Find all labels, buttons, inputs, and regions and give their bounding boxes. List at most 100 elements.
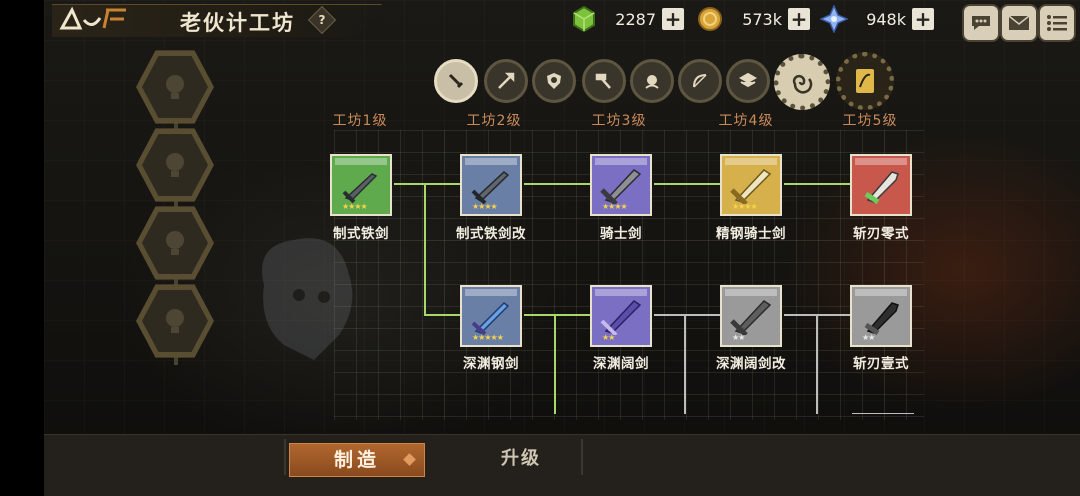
top-bar: 老伙计工坊 ? 2287 + 573k + 948k + [44, 0, 1080, 42]
level-label-3: 工坊3级 [591, 113, 647, 129]
sword-icon [342, 173, 378, 204]
lightbulb-icon [166, 75, 184, 99]
weapon-card-zhishi-tiejian[interactable]: ★★★★ [330, 154, 392, 216]
tree-line-locked [654, 314, 720, 316]
question-icon: ? [318, 13, 326, 27]
green-gem-icon [573, 5, 595, 33]
add-blue-crystal-button[interactable]: + [912, 8, 934, 30]
weapon-name: 斩刃壹式 [853, 356, 909, 372]
rarity-stars: ★★★★ [472, 202, 498, 211]
shield-icon [547, 73, 561, 89]
tree-line [424, 314, 460, 316]
bottom-tab-bar: 制造 升级 [44, 434, 1080, 496]
blue-crystal-amount: 948k [866, 9, 906, 29]
weapon-name: 深渊阔剑改 [716, 356, 786, 372]
category-shield[interactable] [532, 59, 576, 103]
tab-diamond-icon [403, 453, 416, 466]
chat-icon [972, 16, 990, 30]
category-swirl[interactable] [774, 54, 830, 110]
level-label-4: 工坊4级 [718, 113, 774, 129]
weapon-name: 深渊阔剑 [593, 356, 649, 372]
bow-icon [693, 74, 707, 88]
orb-icon [645, 75, 659, 89]
currency-green-gem: 2287 + [570, 5, 684, 33]
blue-crystal-icon [820, 5, 848, 33]
weapon-name: 制式铁剑 [333, 226, 389, 242]
tree-line [424, 183, 426, 315]
sword-icon [471, 171, 510, 204]
tree-line-locked [816, 314, 818, 414]
tree-line-locked [852, 413, 914, 414]
category-hammer[interactable] [582, 59, 626, 103]
level-label-1: 工坊1级 [332, 113, 388, 129]
sword-icon [600, 300, 642, 335]
weapon-card-zhanren-lingshi[interactable] [850, 154, 912, 216]
weapon-card-zhishi-tiejian-gai[interactable]: ★★★★ [460, 154, 522, 216]
sword-icon [730, 169, 772, 204]
menu-list-icon [1047, 15, 1067, 31]
tab-make-label: 制造 [333, 449, 380, 471]
category-scroll[interactable] [726, 59, 770, 103]
tree-line [524, 183, 590, 185]
workshop-screen: 老伙计工坊 ? 2287 + 573k + 948k + 工坊1级 工坊2级 工… [44, 0, 1080, 496]
green-gem-amount: 2287 [615, 9, 656, 29]
menu-button[interactable] [1038, 4, 1076, 42]
tree-line [524, 314, 590, 316]
add-green-gem-button[interactable]: + [662, 8, 684, 30]
card-icon [856, 69, 874, 93]
tree-line [654, 183, 720, 185]
tree-line [394, 183, 460, 185]
weapon-card-jinggang-qishi-jian[interactable]: ★★★★ [720, 154, 782, 216]
category-bow[interactable] [678, 59, 722, 103]
lightbulb-icon [166, 153, 184, 177]
sword-icon [730, 300, 772, 335]
game-logo-icon [59, 6, 126, 30]
spear-icon [498, 72, 515, 89]
tree-line [784, 183, 850, 185]
weapon-name: 斩刃零式 [853, 226, 909, 242]
rarity-stars: ★★ [862, 333, 875, 342]
mail-icon [1008, 15, 1030, 30]
weapon-card-shenyuan-gangjian[interactable]: ★★★★★ [460, 285, 522, 347]
category-card[interactable] [836, 52, 894, 110]
divider [284, 439, 286, 475]
lightbulb-icon [166, 231, 184, 255]
weapon-card-shenyuan-kuojian-gai[interactable]: ★★ [720, 285, 782, 347]
sword-icon [600, 169, 642, 204]
divider [581, 439, 583, 475]
scroll-icon [738, 72, 758, 88]
weapon-card-shenyuan-kuojian[interactable]: ★★ [590, 285, 652, 347]
tree-line-locked [684, 314, 686, 414]
level-label-2: 工坊2级 [466, 113, 522, 129]
weapon-card-zhanren-yishi[interactable]: ★★ [850, 285, 912, 347]
level-label-5: 工坊5级 [842, 113, 898, 129]
lightbulb-icon [166, 309, 184, 333]
page-title: 老伙计工坊 [180, 11, 295, 35]
currency-gold-coin: 573k + [696, 6, 810, 32]
mail-button[interactable] [1000, 4, 1038, 42]
sword-icon [471, 302, 510, 335]
category-dagger[interactable] [434, 59, 478, 103]
weapon-name: 制式铁剑改 [456, 226, 526, 242]
tab-upgrade[interactable]: 升级 [476, 443, 566, 475]
chat-button[interactable] [962, 4, 1000, 42]
rarity-stars: ★★★★★ [472, 333, 504, 342]
rarity-stars: ★★★★ [342, 202, 368, 211]
blade-icon [864, 302, 899, 335]
category-spear[interactable] [484, 59, 528, 103]
gold-coin-icon [698, 7, 722, 31]
weapon-card-qishi-jian[interactable]: ★★★★ [590, 154, 652, 216]
tab-make[interactable]: 制造 [289, 443, 425, 477]
weapon-name: 骑士剑 [600, 226, 642, 242]
hammer-icon [595, 73, 611, 89]
gold-coin-amount: 573k [742, 9, 782, 29]
weapon-name: 精钢骑士剑 [716, 226, 786, 242]
category-orb[interactable] [630, 59, 674, 103]
rarity-stars: ★★ [602, 333, 615, 342]
dagger-icon [448, 73, 464, 89]
tree-line [554, 314, 556, 414]
back-button[interactable] [58, 5, 128, 33]
weapon-name: 深渊钢剑 [463, 356, 519, 372]
add-gold-coin-button[interactable]: + [788, 8, 810, 30]
rarity-stars: ★★★★ [602, 202, 628, 211]
